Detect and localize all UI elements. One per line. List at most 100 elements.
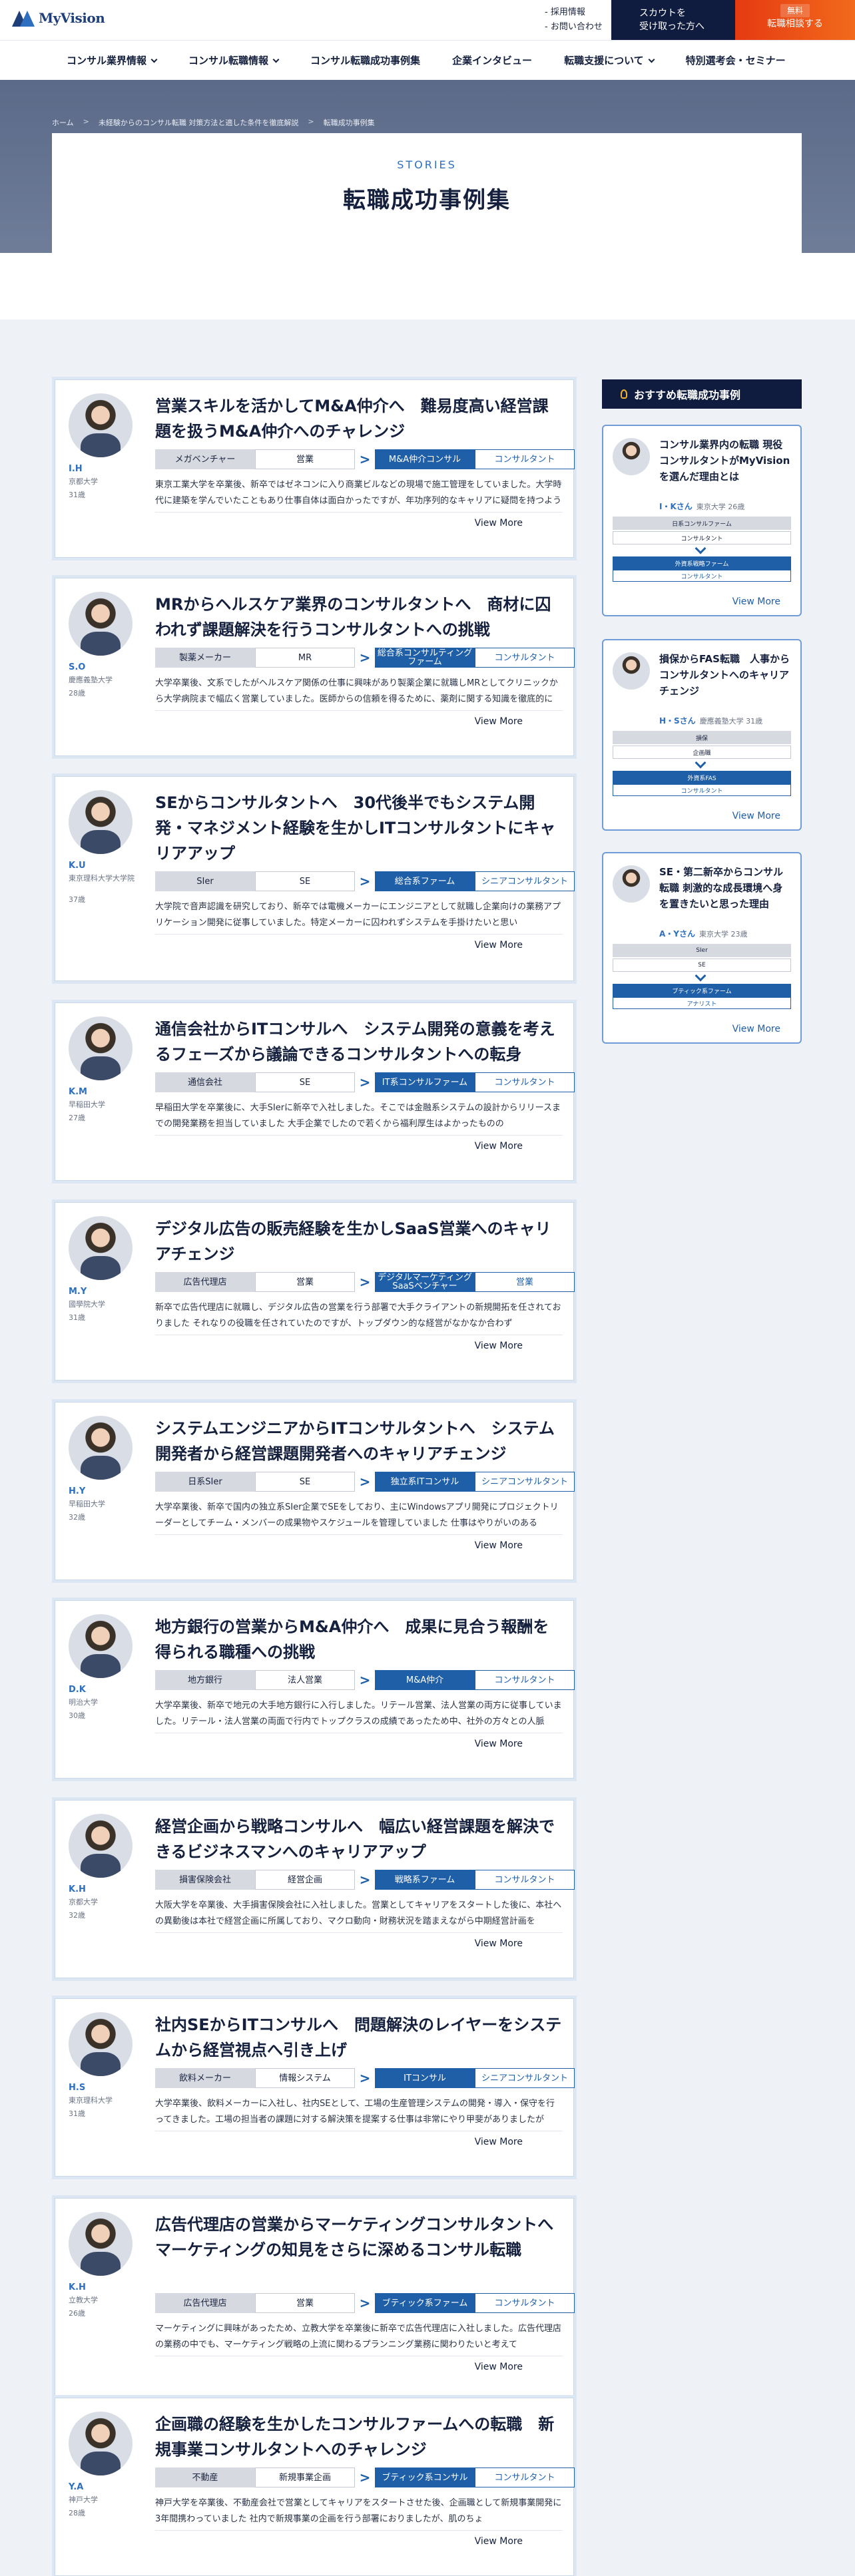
previous-industry-tag: SIer — [613, 944, 791, 957]
new-industry-tag: 外資系戦略ファーム — [613, 556, 791, 570]
new-industry-tag: デジタルマーケティングSaaSベンチャー — [375, 1272, 475, 1292]
career-path: 不動産 新規事業企画 > ブティック系コンサル コンサルタント — [155, 2468, 575, 2487]
person-school: 早稲田大学 — [69, 1500, 105, 1508]
career-path: 製薬メーカー MR > 総合系コンサルティングファーム コンサルタント — [155, 648, 575, 668]
view-more-link[interactable]: View More — [155, 1534, 563, 1551]
view-more-link[interactable]: View More — [155, 2356, 563, 2372]
new-industry-tag: M&A仲介コンサル — [375, 449, 475, 469]
previous-role-tag: MR — [255, 648, 355, 668]
breadcrumb-home[interactable]: ホーム — [52, 117, 74, 128]
avatar — [69, 2412, 133, 2475]
previous-industry-tag: 日系SIer — [155, 1472, 255, 1492]
scout-button[interactable]: スカウトを 受け取った方へ — [611, 0, 735, 40]
hero-card: STORIES 転職成功事例集 — [52, 133, 802, 253]
story-card[interactable]: H.Y 早稲田大学 32歳 システムエンジニアからITコンサルタントへ システム… — [55, 1402, 575, 1580]
story-title[interactable]: SEからコンサルタントへ 30代後半でもシステム開発・マネジメント経験を生かしI… — [155, 790, 563, 866]
story-card[interactable]: H.S 東京理科大学 31歳 社内SEからITコンサルへ 問題解決のレイヤーをシ… — [55, 1998, 575, 2177]
career-path: 通信会社 SE > IT系コンサルファーム コンサルタント — [155, 1072, 575, 1092]
previous-industry-tag: メガベンチャー — [155, 449, 255, 469]
recommended-story-title[interactable]: 損保からFAS転職 人事からコンサルタントへのキャリアチェンジ — [659, 651, 791, 715]
view-more-link[interactable]: View More — [155, 1932, 563, 1949]
previous-industry-tag: 不動産 — [155, 2468, 255, 2487]
story-card[interactable]: K.H 京都大学 32歳 経営企画から戦略コンサルへ 幅広い経営課題を解決できる… — [55, 1800, 575, 1978]
view-more-link[interactable]: View More — [155, 934, 563, 951]
avatar — [69, 1814, 133, 1878]
nav-item-support[interactable]: 転職支援について — [564, 53, 655, 67]
career-path: 飲料メーカー 情報システム > ITコンサル シニアコンサルタント — [155, 2068, 575, 2088]
view-more-link[interactable]: View More — [155, 512, 563, 529]
nav-item-seminar[interactable]: 特別選考会・セミナー — [686, 53, 786, 67]
person-age: 37歳 — [69, 895, 85, 904]
recommended-story-title[interactable]: コンサル業界内の転職 現役コンサルタントがMyVisionを選んだ理由とは — [659, 437, 791, 501]
story-card[interactable]: I.H 京都大学 31歳 営業スキルを活かしてM&A仲介へ 難易度高い経営課題を… — [55, 379, 575, 558]
story-title[interactable]: 社内SEからITコンサルへ 問題解決のレイヤーをシステムから経営視点へ引き上げ — [155, 2012, 563, 2063]
story-title[interactable]: 営業スキルを活かしてM&A仲介へ 難易度高い経営課題を扱うM&A仲介へのチャレン… — [155, 393, 563, 444]
avatar — [69, 1016, 133, 1080]
recommended-story-card[interactable]: 損保からFAS転職 人事からコンサルタントへのキャリアチェンジ H・Sさん 慶應義… — [602, 639, 802, 831]
free-badge: 無料 — [780, 4, 810, 17]
recommended-story-card[interactable]: コンサル業界内の転職 現役コンサルタントがMyVisionを選んだ理由とは I・… — [602, 425, 802, 616]
story-title[interactable]: システムエンジニアからITコンサルタントへ システム開発者から経営課題開発者への… — [155, 1416, 563, 1466]
breadcrumb-parent[interactable]: 未経験からのコンサル転職 対策方法と適した条件を徹底解説 — [99, 117, 299, 128]
avatar — [69, 592, 133, 656]
story-card[interactable]: M.Y 國學院大学 31歳 デジタル広告の販売経験を生かしSaaS営業へのキャリ… — [55, 1202, 575, 1381]
story-title[interactable]: MRからヘルスケア業界のコンサルタントへ 商材に囚われず課題解決を行うコンサルタ… — [155, 592, 563, 642]
story-title[interactable]: 広告代理店の営業からマーケティングコンサルタントへ マーケティングの知見をさらに… — [155, 2212, 569, 2262]
story-card[interactable]: K.M 早稲田大学 27歳 通信会社からITコンサルへ システム開発の意義を考え… — [55, 1002, 575, 1181]
nav-item-interview[interactable]: 企業インタビュー — [452, 53, 532, 67]
story-card[interactable]: Y.A 神戸大学 28歳 企画職の経験を生かしたコンサルファームへの転職 新規事… — [55, 2398, 575, 2576]
contact-link[interactable]: お問い合わせ — [545, 20, 603, 35]
new-role-tag: コンサルタント — [475, 449, 575, 469]
new-role-tag: コンサルタント — [475, 1670, 575, 1690]
view-more-link[interactable]: View More — [155, 1733, 563, 1749]
view-more-link[interactable]: View More — [155, 710, 563, 727]
story-title[interactable]: 企画職の経験を生かしたコンサルファームへの転職 新規事業コンサルタントへのチャレ… — [155, 2412, 563, 2462]
nav-item-industry[interactable]: コンサル業界情報 — [67, 53, 158, 67]
new-industry-tag: 総合系コンサルティングファーム — [375, 648, 475, 668]
nav-item-career[interactable]: コンサル転職情報 — [188, 53, 280, 67]
story-title[interactable]: デジタル広告の販売経験を生かしSaaS営業へのキャリアチェンジ — [155, 1216, 563, 1267]
previous-role-tag: コンサルタント — [613, 531, 791, 544]
chevron-right-icon: > — [359, 1474, 371, 1490]
story-excerpt: 大学院で音声認識を研究しており、新卒では電機メーカーにエンジニアとして就職し企業… — [155, 902, 561, 928]
avatar — [613, 865, 650, 903]
view-more-link[interactable]: View More — [155, 2131, 563, 2147]
person-school: 京都大学 — [69, 477, 98, 486]
view-more-link[interactable]: View More — [155, 1335, 563, 1351]
previous-industry-tag: 製薬メーカー — [155, 648, 255, 668]
story-title[interactable]: 地方銀行の営業からM&A仲介へ 成果に見合う報酬を得られる職種への挑戦 — [155, 1614, 563, 1665]
career-path: メガベンチャー 営業 > M&A仲介コンサル コンサルタント — [155, 449, 575, 469]
recommended-story-title[interactable]: SE・第二新卒からコンサル転職 刺激的な成長環境へ身を置きたいと思った理由 — [659, 864, 791, 928]
person-school: 東京理科大学 — [69, 2096, 113, 2105]
recommended-story-card[interactable]: SE・第二新卒からコンサル転職 刺激的な成長環境へ身を置きたいと思った理由 A・… — [602, 852, 802, 1044]
scout-button-line1: スカウトを — [639, 8, 686, 19]
person-school: 立教大学 — [69, 2296, 98, 2304]
story-title[interactable]: 通信会社からITコンサルへ システム開発の意義を考えるフェーズから議論できるコン… — [155, 1016, 563, 1067]
view-more-link[interactable]: View More — [732, 811, 780, 821]
story-card[interactable]: K.U 東京理科大学大学院 37歳 SEからコンサルタントへ 30代後半でもシス… — [55, 776, 575, 981]
view-more-link[interactable]: View More — [155, 1135, 563, 1152]
story-excerpt: マーケティングに興味があったため、立教大学を卒業後に新卒で広告代理店に入社しまし… — [155, 2324, 561, 2350]
story-title[interactable]: 経営企画から戦略コンサルへ 幅広い経営課題を解決できるビジネスマンへのキャリアア… — [155, 1814, 563, 1864]
consult-button[interactable]: 無料 転職相談する — [735, 0, 855, 40]
person-age: 28歳 — [69, 689, 85, 698]
logo[interactable]: MyVision — [12, 9, 105, 27]
previous-industry-tag: 損保 — [613, 731, 791, 744]
new-industry-tag: ブティック系ファーム — [613, 984, 791, 997]
story-card[interactable]: D.K 明治大学 30歳 地方銀行の営業からM&A仲介へ 成果に見合う報酬を得ら… — [55, 1600, 575, 1779]
nav-item-stories[interactable]: コンサル転職成功事例集 — [310, 53, 420, 67]
previous-role-tag: SE — [613, 959, 791, 972]
view-more-link[interactable]: View More — [155, 2530, 563, 2547]
avatar — [613, 652, 650, 690]
story-card[interactable]: K.H 立教大学 26歳 広告代理店の営業からマーケティングコンサルタントへ マ… — [55, 2198, 575, 2396]
view-more-link[interactable]: View More — [732, 1024, 780, 1034]
chevron-right-icon: > — [359, 2070, 371, 2086]
new-role-tag: コンサルタント — [475, 2468, 575, 2487]
view-more-link[interactable]: View More — [732, 596, 780, 607]
story-excerpt: 大学卒業後、新卒で国内の独立系SIer企業でSEをしており、主にWindowsア… — [155, 1502, 559, 1528]
new-role-tag: 営業 — [475, 1272, 575, 1292]
story-card[interactable]: S.O 慶應義塾大学 28歳 MRからヘルスケア業界のコンサルタントへ 商材に囚… — [55, 578, 575, 756]
new-industry-tag: 外資系FAS — [613, 771, 791, 784]
recruit-link[interactable]: 採用情報 — [545, 5, 603, 20]
avatar — [69, 393, 133, 457]
